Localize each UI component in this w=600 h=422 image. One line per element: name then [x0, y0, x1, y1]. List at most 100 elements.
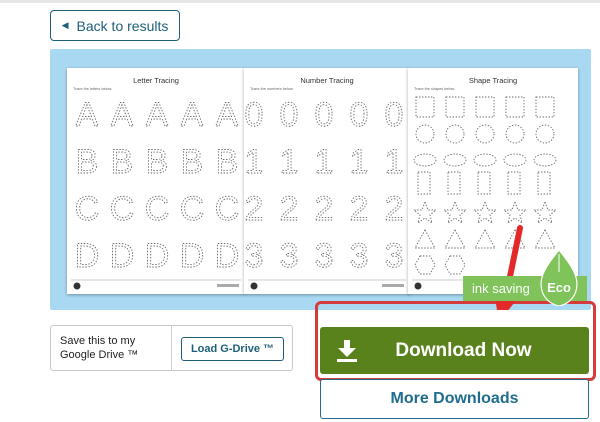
trace-circle-shape — [415, 124, 435, 144]
left-triangle-icon: ◀ — [61, 20, 69, 30]
worksheet-letter-tracing: Letter Tracing Trace the letters below. … — [67, 68, 245, 294]
trace-number: 3 — [385, 237, 404, 275]
trace-oval-shape — [533, 153, 557, 167]
trace-number: 0 — [385, 96, 404, 134]
trace-hexagon-shape — [414, 255, 436, 275]
trace-letter: A — [76, 96, 99, 134]
load-gdrive-button[interactable]: Load G-Drive ™ — [181, 337, 284, 361]
trace-letter: B — [181, 143, 204, 181]
sheet-title: Number Tracing — [300, 76, 353, 85]
trace-square-shape — [505, 96, 525, 118]
trace-circle-shape — [475, 124, 495, 144]
trace-letter: A — [216, 96, 239, 134]
trace-number: 1 — [245, 143, 264, 181]
download-icon — [337, 339, 357, 362]
download-now-label: Download Now — [395, 339, 532, 361]
trace-number: 2 — [350, 190, 369, 228]
trace-rectangle-shape — [477, 171, 491, 195]
trace-circle-shape — [535, 124, 555, 144]
trace-rectangle-shape — [417, 171, 431, 195]
sheet-title: Letter Tracing — [133, 76, 179, 85]
trace-letter: A — [111, 96, 134, 134]
trace-letter: C — [215, 190, 240, 228]
top-divider — [0, 0, 600, 3]
trace-triangle-shape — [534, 229, 556, 249]
trace-oval-shape — [413, 153, 437, 167]
trace-star-shape — [502, 200, 528, 225]
trace-square-shape — [535, 96, 555, 118]
brand-logo-icon — [414, 282, 422, 290]
sheet-subtitle: Trace the numbers below. — [250, 87, 294, 91]
trace-rectangle-shape — [507, 171, 521, 195]
google-drive-text: Save this to my Google Drive ™ — [60, 335, 139, 361]
trace-number: 1 — [350, 143, 369, 181]
google-drive-panel: Save this to my Google Drive ™ Load G-Dr… — [50, 325, 293, 371]
trace-oval-shape — [473, 153, 497, 167]
more-downloads-button[interactable]: More Downloads — [320, 379, 589, 419]
trace-letter: A — [146, 96, 169, 134]
trace-letter: B — [111, 143, 134, 181]
trace-letter: B — [146, 143, 169, 181]
back-to-results-button[interactable]: ◀ Back to results — [50, 10, 180, 41]
number-sheet-graphic: Number Tracing Trace the numbers below. … — [244, 76, 406, 290]
trace-circle-shape — [505, 124, 525, 144]
google-drive-divider — [171, 326, 172, 370]
ink-saving-eco-badge: ink saving Eco — [463, 250, 587, 306]
trace-triangle-shape — [444, 229, 466, 249]
trace-letter: C — [145, 190, 170, 228]
trace-number: 1 — [385, 143, 404, 181]
trace-number: 0 — [315, 96, 334, 134]
trace-letter: D — [180, 237, 205, 275]
trace-hexagon-shape — [444, 255, 466, 275]
trace-star-shape — [472, 200, 498, 225]
brand-logo-icon — [250, 282, 258, 290]
trace-star-shape — [442, 200, 468, 225]
trace-letter: D — [215, 237, 240, 275]
trace-triangle-shape — [414, 229, 436, 249]
trace-number: 3 — [245, 237, 264, 275]
trace-number: 2 — [245, 190, 264, 228]
trace-number: 2 — [315, 190, 334, 228]
trace-square-shape — [475, 96, 495, 118]
trace-letter: C — [75, 190, 100, 228]
trace-square-shape — [445, 96, 465, 118]
brand-logo-icon — [73, 282, 81, 290]
trace-letter: B — [216, 143, 239, 181]
footer-mark — [382, 284, 404, 287]
eco-label: Eco — [547, 280, 571, 295]
footer-mark — [217, 284, 239, 287]
trace-letter: A — [181, 96, 204, 134]
trace-letter: D — [110, 237, 135, 275]
trace-circle-shape — [445, 124, 465, 144]
trace-number: 1 — [280, 143, 299, 181]
download-now-button[interactable]: Download Now — [320, 327, 589, 374]
trace-rectangle-shape — [447, 171, 461, 195]
letter-sheet-graphic: Letter Tracing Trace the letters below. … — [71, 76, 241, 290]
trace-star-shape — [532, 200, 558, 225]
trace-oval-shape — [503, 153, 527, 167]
trace-letter: B — [76, 143, 99, 181]
trace-number: 0 — [280, 96, 299, 134]
sheet-subtitle: Trace the letters below. — [73, 87, 112, 91]
trace-number: 1 — [315, 143, 334, 181]
sheet-title: Shape Tracing — [469, 76, 517, 85]
trace-star-shape — [412, 200, 438, 225]
sheet-subtitle: Trace the shapes below. — [414, 87, 455, 91]
trace-number: 2 — [385, 190, 404, 228]
trace-number: 3 — [315, 237, 334, 275]
back-button-label: Back to results — [76, 17, 169, 34]
trace-letter: C — [110, 190, 135, 228]
trace-number: 3 — [280, 237, 299, 275]
trace-number: 0 — [245, 96, 264, 134]
trace-oval-shape — [443, 153, 467, 167]
trace-number: 0 — [350, 96, 369, 134]
trace-letter: D — [75, 237, 100, 275]
trace-square-shape — [415, 96, 435, 118]
trace-letter: C — [180, 190, 205, 228]
trace-rectangle-shape — [537, 171, 551, 195]
trace-number: 3 — [350, 237, 369, 275]
leaf-icon — [540, 250, 578, 306]
trace-letter: D — [145, 237, 170, 275]
trace-number: 2 — [280, 190, 299, 228]
worksheet-number-tracing: Number Tracing Trace the numbers below. … — [244, 68, 410, 294]
